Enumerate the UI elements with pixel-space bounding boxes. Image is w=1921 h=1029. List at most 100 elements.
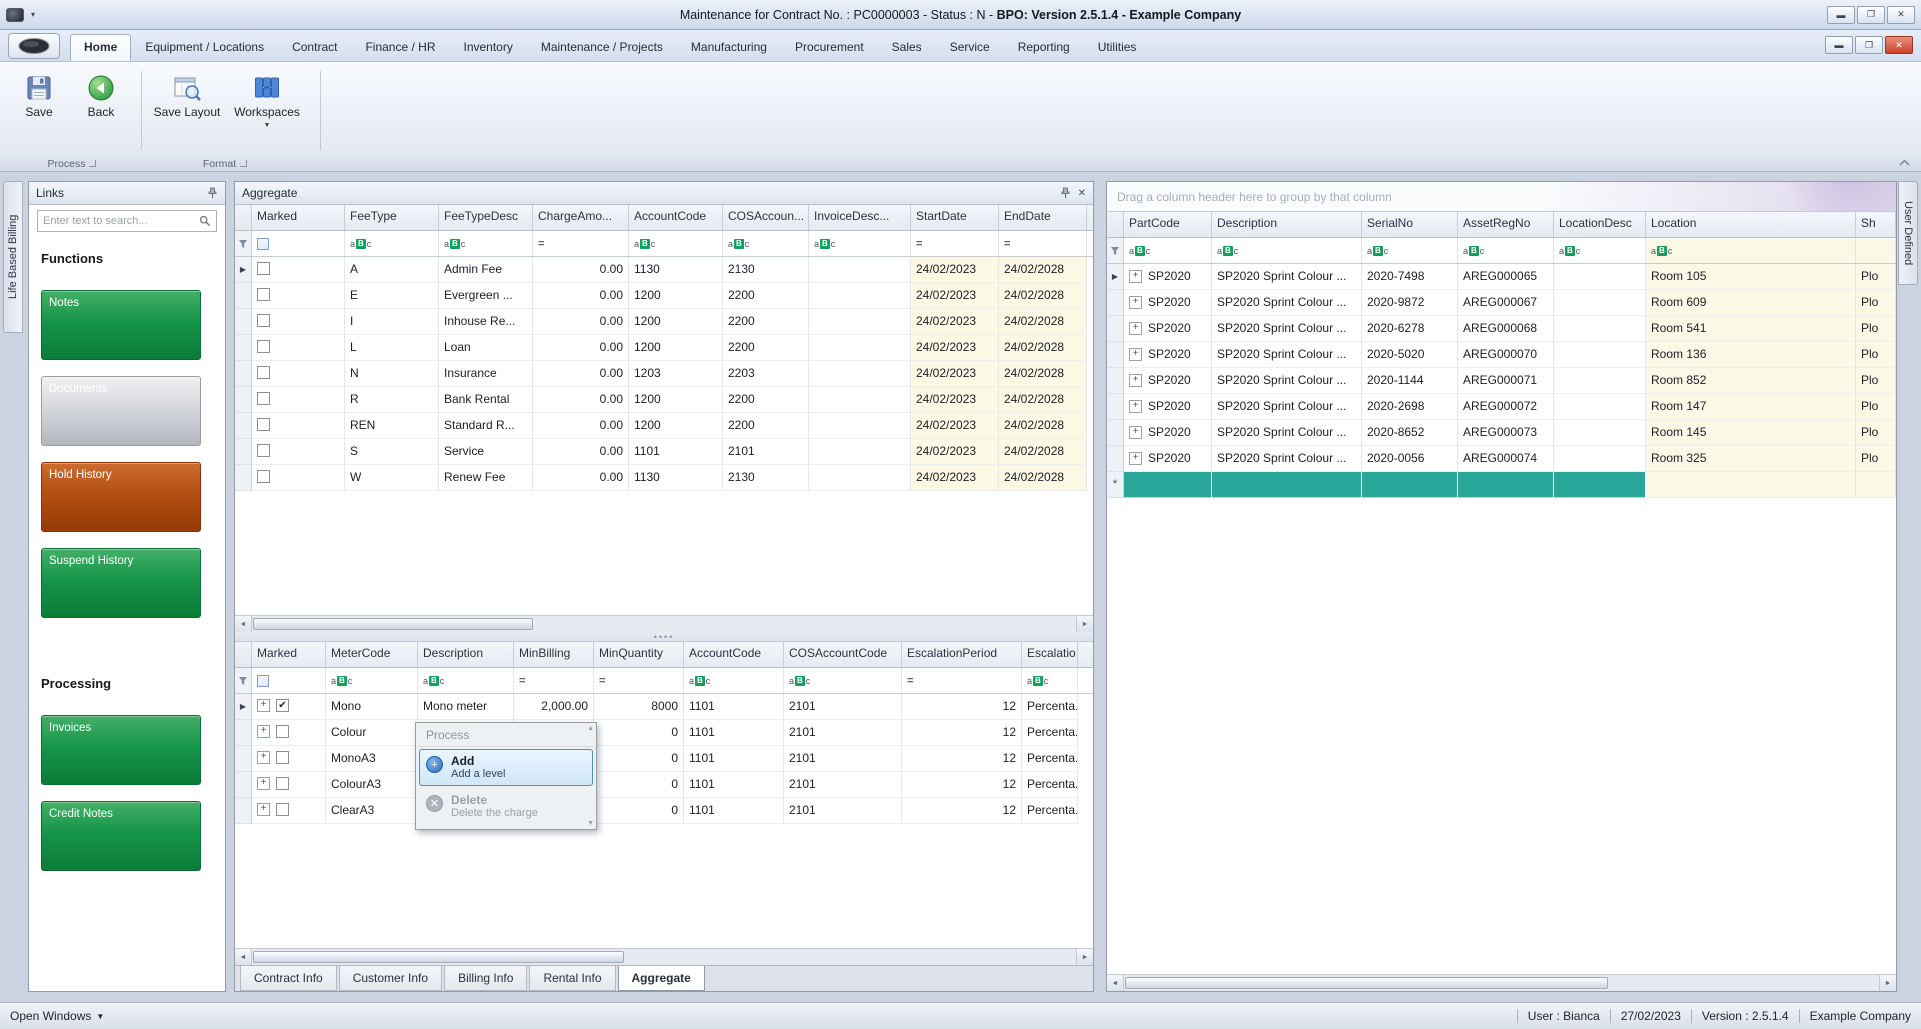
minimize-button[interactable]: ▬ bbox=[1827, 5, 1855, 24]
cell-startdate[interactable]: 24/02/2023 bbox=[911, 387, 999, 413]
row-selector[interactable] bbox=[1107, 316, 1124, 342]
cell-description[interactable]: SP2020 Sprint Colour ... bbox=[1212, 368, 1362, 394]
filter-edit-icon[interactable] bbox=[1107, 238, 1124, 263]
cell-marked[interactable] bbox=[252, 335, 345, 361]
column-header[interactable]: EndDate bbox=[999, 205, 1087, 230]
filter-cell[interactable]: aBc bbox=[1646, 238, 1856, 263]
filter-cell[interactable]: aBc bbox=[684, 668, 784, 693]
cell-sh[interactable]: Plo bbox=[1856, 446, 1896, 472]
cell-accountcode[interactable]: 1101 bbox=[684, 720, 784, 746]
bottom-tab[interactable]: Aggregate bbox=[617, 966, 705, 991]
search-icon[interactable] bbox=[199, 215, 211, 227]
tab-life-based-billing[interactable]: Life Based Billing bbox=[3, 181, 23, 333]
cell-partcode[interactable]: + SP2020 bbox=[1124, 446, 1212, 472]
column-header[interactable]: FeeType bbox=[345, 205, 439, 230]
column-header[interactable]: Location bbox=[1646, 212, 1856, 237]
column-header[interactable]: MinQuantity bbox=[594, 642, 684, 667]
column-header[interactable]: AssetRegNo bbox=[1458, 212, 1554, 237]
cell-serialno[interactable]: 2020-6278 bbox=[1362, 316, 1458, 342]
cell-startdate[interactable]: 24/02/2023 bbox=[911, 439, 999, 465]
filter-cell[interactable]: aBc bbox=[1554, 238, 1646, 263]
cell-startdate[interactable]: 24/02/2023 bbox=[911, 361, 999, 387]
cell-metercode[interactable]: Colour bbox=[326, 720, 418, 746]
filter-cell[interactable]: aBc bbox=[1362, 238, 1458, 263]
cell-enddate[interactable]: 24/02/2028 bbox=[999, 361, 1087, 387]
cell-minquantity[interactable]: 0 bbox=[594, 746, 684, 772]
cell-escalation[interactable]: Percenta... bbox=[1022, 694, 1078, 720]
scroll-right-icon[interactable]: ► bbox=[1076, 949, 1093, 965]
equipment-row[interactable]: + SP2020 SP2020 Sprint Colour ... 2020-11… bbox=[1107, 368, 1896, 394]
cell-cosaccount[interactable]: 2101 bbox=[723, 439, 809, 465]
column-header[interactable]: Marked bbox=[252, 642, 326, 667]
filter-cell[interactable]: aBc bbox=[1022, 668, 1078, 693]
cell-marked[interactable]: + bbox=[252, 720, 326, 746]
cell-startdate[interactable]: 24/02/2023 bbox=[911, 335, 999, 361]
filter-cell[interactable]: = bbox=[594, 668, 684, 693]
row-selector[interactable]: ▶ bbox=[235, 694, 252, 720]
pin-icon[interactable] bbox=[207, 187, 218, 199]
filter-cell[interactable]: = bbox=[514, 668, 594, 693]
cell-marked[interactable] bbox=[252, 283, 345, 309]
cell-assetregno[interactable]: AREG000072 bbox=[1458, 394, 1554, 420]
cell-location[interactable]: Room 105 bbox=[1646, 264, 1856, 290]
cell-marked[interactable] bbox=[252, 439, 345, 465]
filter-cell[interactable]: = bbox=[533, 231, 629, 256]
expand-icon[interactable]: + bbox=[1129, 321, 1142, 335]
cell-accountcode[interactable]: 1200 bbox=[629, 335, 723, 361]
fee-horizontal-scrollbar[interactable]: ◄ ► bbox=[235, 615, 1093, 632]
cell-startdate[interactable]: 24/02/2023 bbox=[911, 309, 999, 335]
expand-icon[interactable]: + bbox=[1129, 269, 1142, 283]
ribbon-collapse-icon[interactable] bbox=[1898, 158, 1911, 170]
filter-cell[interactable]: aBc bbox=[1458, 238, 1554, 263]
filter-edit-icon[interactable] bbox=[235, 668, 252, 693]
mdi-close-button[interactable]: ✕ bbox=[1885, 36, 1913, 54]
filter-cell[interactable]: aBc bbox=[629, 231, 723, 256]
cell-invoicedesc[interactable] bbox=[809, 283, 911, 309]
column-header[interactable]: LocationDesc bbox=[1554, 212, 1646, 237]
cell-cosaccount[interactable]: 2200 bbox=[723, 387, 809, 413]
cell-chargeamount[interactable]: 0.00 bbox=[533, 387, 629, 413]
filter-cell[interactable]: aBc bbox=[439, 231, 533, 256]
cell-description[interactable]: SP2020 Sprint Colour ... bbox=[1212, 394, 1362, 420]
row-selector[interactable] bbox=[235, 413, 252, 439]
column-header[interactable]: FeeTypeDesc bbox=[439, 205, 533, 230]
column-header[interactable]: COSAccoun... bbox=[723, 205, 809, 230]
new-cell[interactable] bbox=[1554, 472, 1646, 498]
ribbon-tab[interactable]: Reporting bbox=[1004, 34, 1084, 61]
expand-icon[interactable]: + bbox=[1129, 373, 1142, 387]
cell-marked[interactable]: + bbox=[252, 746, 326, 772]
meter-row[interactable]: ▶ + ✔ Mono Mono meter 2,000.00 8000 1101 … bbox=[235, 694, 1093, 720]
fee-row[interactable]: ▶ A Admin Fee 0.00 1130 2130 24/02/2023 … bbox=[235, 257, 1093, 283]
ribbon-tab[interactable]: Inventory bbox=[449, 34, 526, 61]
cell-cosaccount[interactable]: 2203 bbox=[723, 361, 809, 387]
cell-description[interactable]: Mono meter bbox=[418, 694, 514, 720]
cell-feetype[interactable]: L bbox=[345, 335, 439, 361]
filter-cell[interactable]: aBc bbox=[1124, 238, 1212, 263]
cell-accountcode[interactable]: 1130 bbox=[629, 465, 723, 491]
scroll-left-icon[interactable]: ◄ bbox=[235, 949, 252, 965]
row-selector[interactable] bbox=[235, 746, 252, 772]
cell-locationdesc[interactable] bbox=[1554, 368, 1646, 394]
cell-sh[interactable]: Plo bbox=[1856, 420, 1896, 446]
marked-checkbox[interactable] bbox=[276, 777, 289, 790]
cell-minbilling[interactable]: 2,000.00 bbox=[514, 694, 594, 720]
row-selector[interactable] bbox=[1107, 394, 1124, 420]
scroll-left-icon[interactable]: ◄ bbox=[1107, 975, 1124, 991]
cell-sh[interactable]: Plo bbox=[1856, 394, 1896, 420]
save-layout-button[interactable]: Save Layout bbox=[147, 67, 227, 154]
fee-row[interactable]: E Evergreen ... 0.00 1200 2200 24/02/202… bbox=[235, 283, 1093, 309]
new-cell[interactable] bbox=[1458, 472, 1554, 498]
expand-icon[interactable]: + bbox=[1129, 425, 1142, 439]
cell-location[interactable]: Room 145 bbox=[1646, 420, 1856, 446]
column-header[interactable]: Sh bbox=[1856, 212, 1896, 237]
cell-location[interactable]: Room 325 bbox=[1646, 446, 1856, 472]
cell-feetypedesc[interactable]: Renew Fee bbox=[439, 465, 533, 491]
cell-assetregno[interactable]: AREG000065 bbox=[1458, 264, 1554, 290]
column-header[interactable]: MinBilling bbox=[514, 642, 594, 667]
link-button[interactable]: Invoices bbox=[41, 715, 201, 785]
row-selector[interactable] bbox=[235, 465, 252, 491]
cell-chargeamount[interactable]: 0.00 bbox=[533, 283, 629, 309]
cell-locationdesc[interactable] bbox=[1554, 316, 1646, 342]
cell-accountcode[interactable]: 1200 bbox=[629, 309, 723, 335]
cell-invoicedesc[interactable] bbox=[809, 257, 911, 283]
